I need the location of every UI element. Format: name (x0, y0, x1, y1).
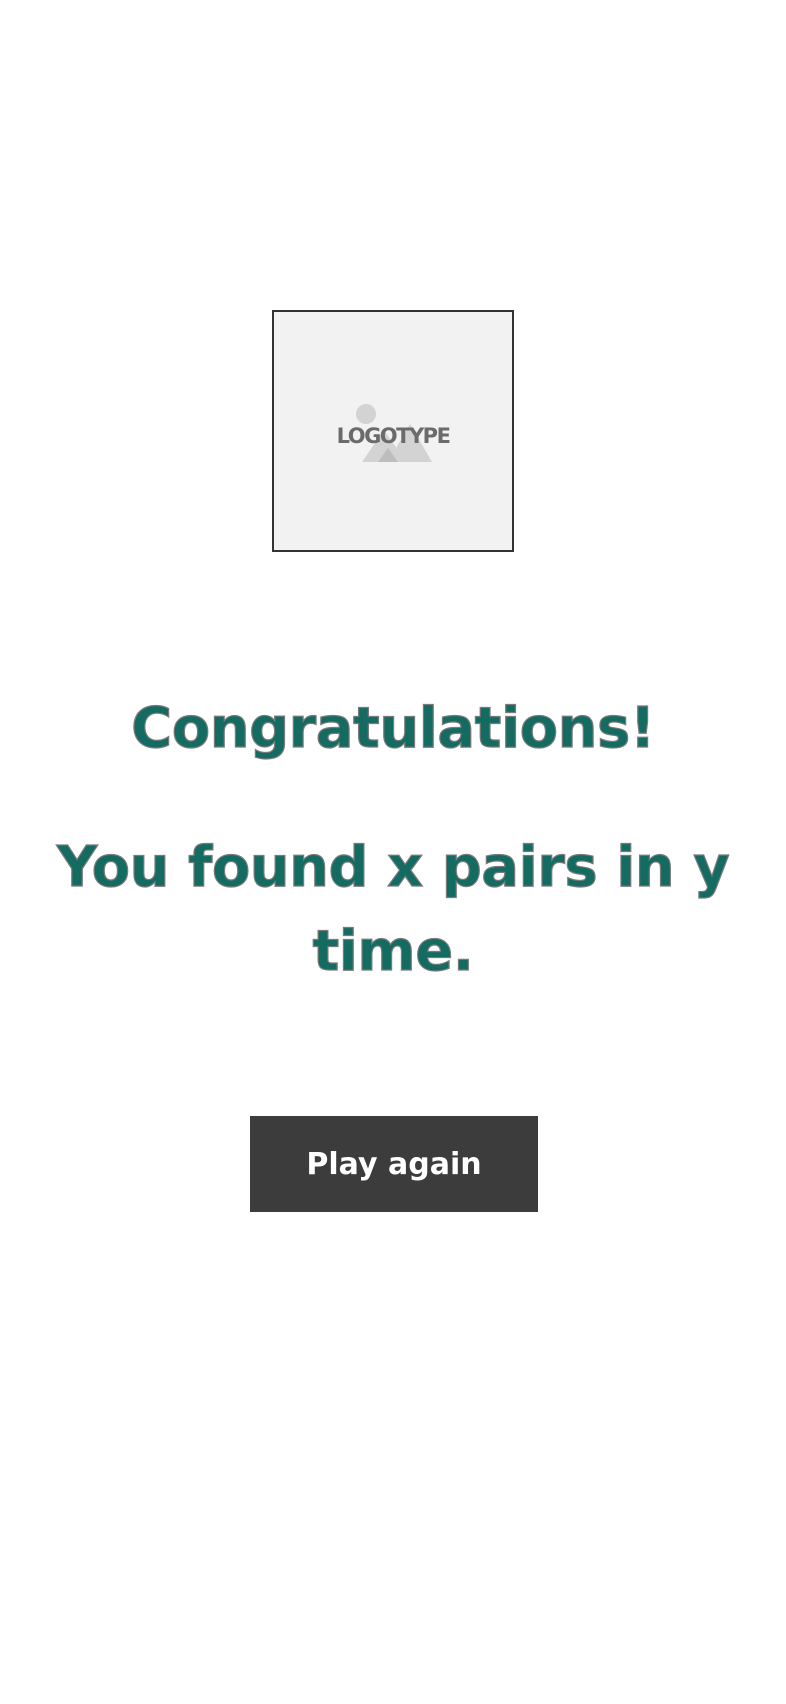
logo-mountain-shape (378, 448, 398, 462)
logo-placeholder: LOGOTYPE (272, 310, 514, 552)
logo-sun-shape (356, 404, 376, 424)
congratulations-title: Congratulations! (131, 695, 656, 761)
result-message: You found x pairs in y time. (56, 834, 730, 984)
logo-text: LOGOTYPE (336, 424, 451, 448)
play-again-button[interactable]: Play again (250, 1116, 538, 1212)
